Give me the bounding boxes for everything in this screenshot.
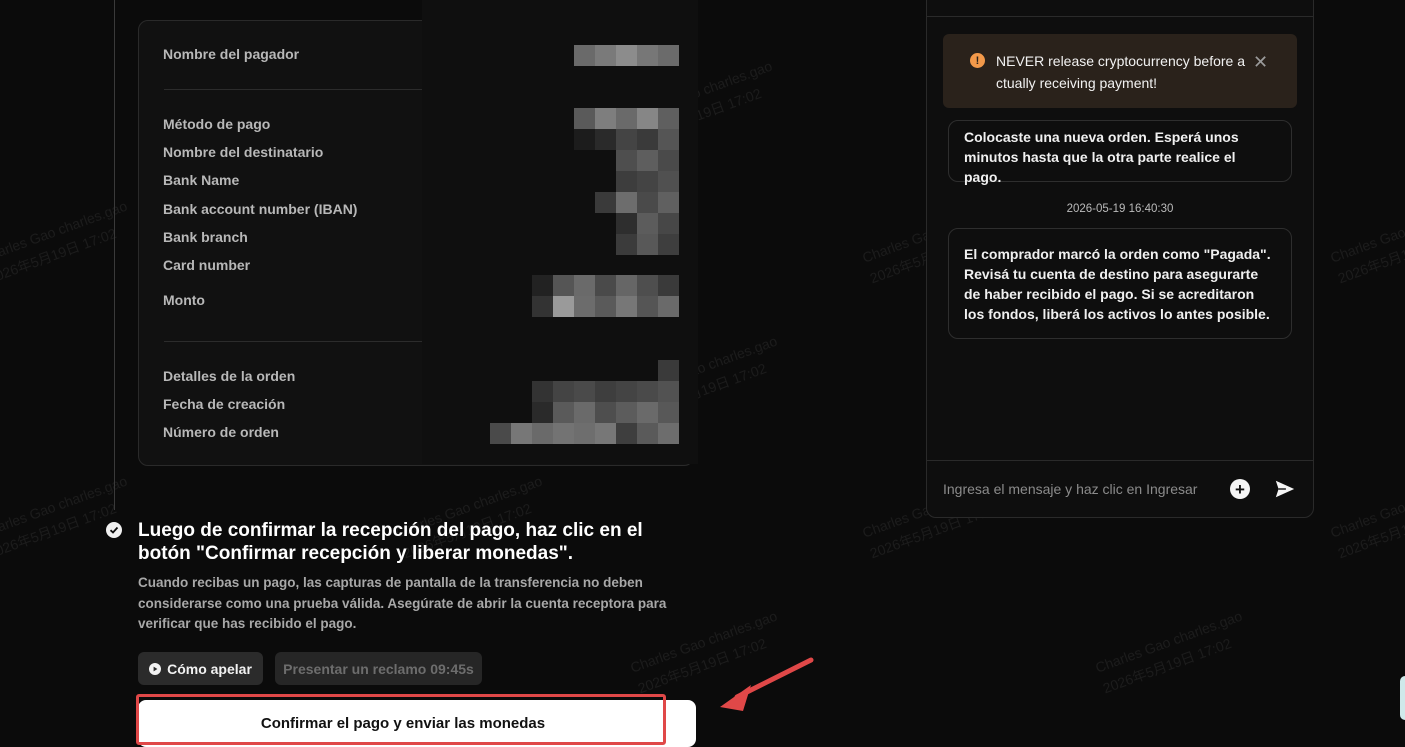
amount-label: Monto xyxy=(163,292,205,308)
chat-input-divider xyxy=(927,460,1313,461)
chat-message: Colocaste una nueva orden. Esperá unos m… xyxy=(948,120,1292,185)
close-icon[interactable]: ✕ xyxy=(1253,52,1268,73)
check-icon xyxy=(106,522,122,538)
confirm-payment-label: Confirmar el pago y enviar las monedas xyxy=(260,715,546,732)
divider xyxy=(164,341,424,342)
watermark: Charles Gao charles.gao2026年5月19日 17:02 xyxy=(0,472,130,562)
redacted-payment-details xyxy=(574,108,679,255)
confirm-payment-release-button[interactable]: Confirmar el pago y enviar las monedas xyxy=(138,700,696,747)
chat-message-text: El comprador marcó la orden como "Pagada… xyxy=(964,246,1271,322)
add-attachment-icon[interactable]: + xyxy=(1230,479,1250,499)
chat-message: El comprador marcó la orden como "Pagada… xyxy=(948,228,1292,339)
play-icon xyxy=(149,662,162,675)
redacted-amount xyxy=(532,275,679,317)
payer-name-label: Nombre del pagador xyxy=(163,46,300,62)
step-title: Luego de confirmar la recepción del pago… xyxy=(138,520,643,564)
recipient-name-label: Nombre del destinatario xyxy=(163,144,324,160)
stepper-line xyxy=(114,0,115,510)
creation-date-label: Fecha de creación xyxy=(163,396,286,412)
chat-header-divider xyxy=(927,16,1313,17)
watermark: Charles Gao charles.gao2026年5月19日 17:02 xyxy=(1093,607,1245,697)
chat-message-text: Colocaste una nueva orden. Esperá unos m… xyxy=(964,129,1239,185)
step-description: Cuando recibas un pago, las capturas de … xyxy=(138,575,667,631)
chat-timestamp: 2026-05-19 16:40:30 xyxy=(1066,203,1174,215)
card-number-label: Card number xyxy=(163,257,251,273)
file-claim-label: Presentar un reclamo 09:45s xyxy=(283,660,474,677)
divider xyxy=(164,89,424,90)
bank-branch-label: Bank branch xyxy=(163,229,248,245)
how-to-appeal-button[interactable]: Cómo apelar xyxy=(138,652,263,685)
order-details-label: Detalles de la orden xyxy=(163,368,296,384)
order-number-label: Número de orden xyxy=(163,424,279,440)
send-icon[interactable] xyxy=(1274,478,1296,500)
bank-name-label: Bank Name xyxy=(163,172,240,188)
payment-method-label: Método de pago xyxy=(163,116,271,132)
file-claim-button[interactable]: Presentar un reclamo 09:45s xyxy=(275,652,482,685)
warning-text: NEVER release cryptocurrency before a ct… xyxy=(996,53,1245,91)
annotation-arrow xyxy=(720,657,814,711)
watermark: Charles Gao charles.gao2026年5月19日 17:02 xyxy=(0,197,130,287)
redacted-payer-name xyxy=(574,45,679,66)
floating-widget-edge[interactable] xyxy=(1400,676,1405,720)
how-to-appeal-label: Cómo apelar xyxy=(167,660,252,677)
watermark: Charles Gao charles.gao2026年5月19日 17:02 xyxy=(1328,473,1405,562)
redacted-order-details xyxy=(532,360,679,423)
watermark: Charles Gao charles.gao2026年5月19日 17:02 xyxy=(1328,198,1405,287)
redacted-order-number xyxy=(490,423,679,444)
alert-icon: ! xyxy=(970,53,985,68)
iban-label: Bank account number (IBAN) xyxy=(163,201,358,217)
chat-message-input[interactable]: Ingresa el mensaje y haz clic en Ingresa… xyxy=(943,481,1203,497)
